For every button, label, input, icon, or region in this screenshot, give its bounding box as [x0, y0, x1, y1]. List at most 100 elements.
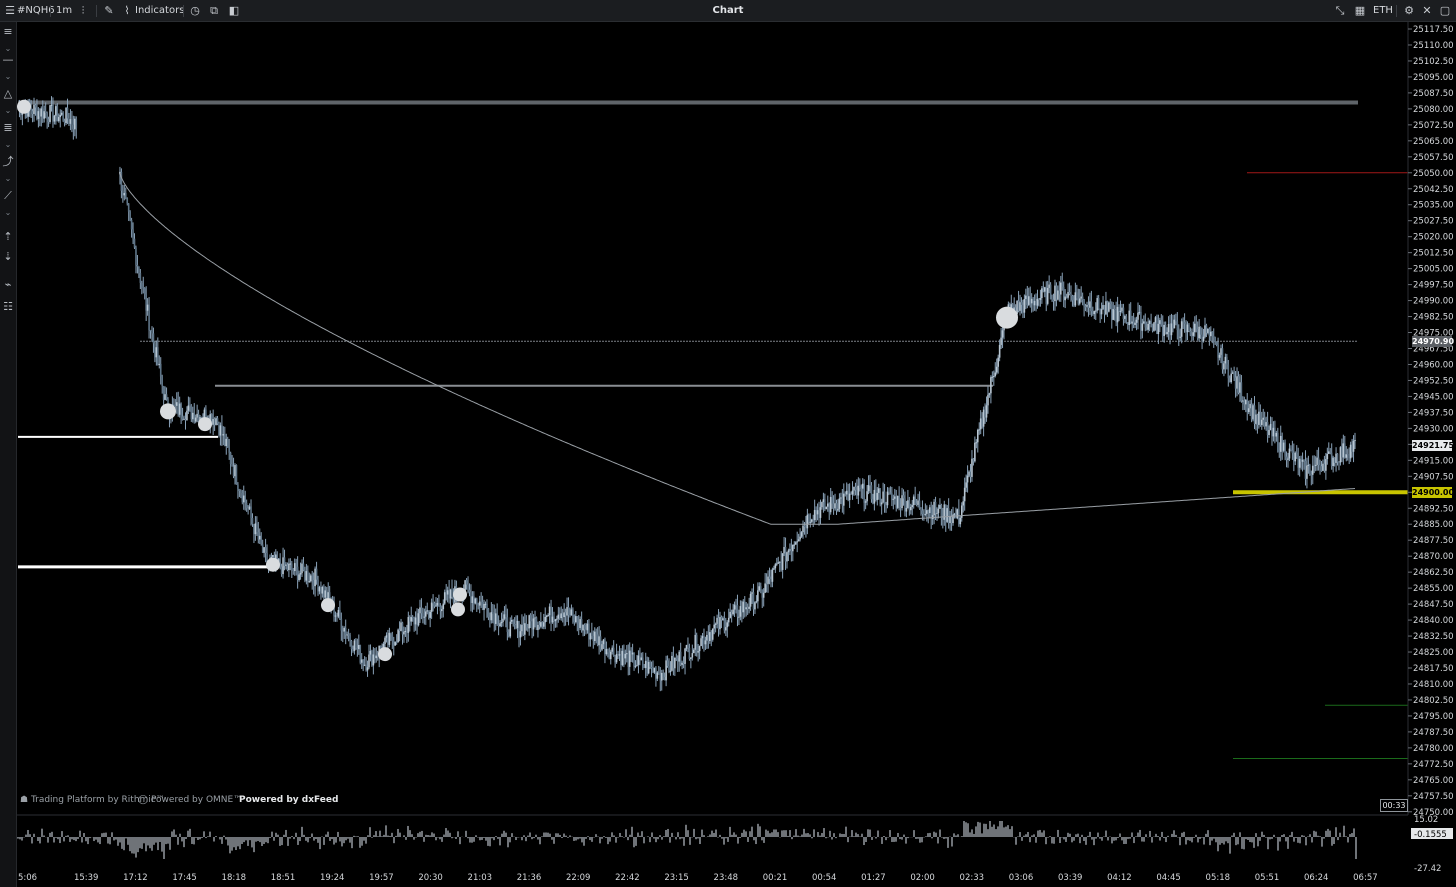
candle-body	[1033, 301, 1036, 306]
candle-body	[1212, 335, 1215, 338]
candle-body	[1038, 298, 1040, 300]
candle-body	[809, 521, 812, 523]
candle-body	[256, 523, 258, 533]
candle-body	[902, 495, 905, 499]
candle-body	[1144, 321, 1147, 328]
candle-body	[1297, 456, 1299, 468]
candle-body	[994, 372, 997, 376]
candle-body	[1274, 427, 1276, 437]
candle-body	[859, 485, 861, 488]
candle-body	[768, 576, 771, 580]
candle-body	[395, 641, 398, 643]
candle-body	[853, 486, 855, 491]
candle-body	[1084, 306, 1087, 308]
price-tick-label: 25065.00	[1413, 137, 1454, 147]
candle-body	[1311, 465, 1314, 475]
candle-body	[710, 632, 713, 640]
time-tick-label: 18:18	[222, 873, 247, 883]
time-tick-label: 19:24	[320, 873, 345, 883]
candle-body	[746, 607, 749, 609]
candle-body	[911, 505, 914, 507]
candle-body	[321, 586, 324, 594]
candle-body	[1100, 309, 1103, 315]
candle-body	[350, 640, 353, 650]
candle-body	[580, 619, 583, 631]
candle-body	[781, 553, 784, 570]
time-tick-label: 5:06	[18, 873, 37, 883]
candle-body	[1281, 435, 1283, 451]
candle-body	[736, 605, 739, 617]
candle-body	[1043, 287, 1046, 292]
candle-body	[477, 603, 480, 606]
candle-body	[518, 620, 520, 638]
price-tick-label: 25005.00	[1413, 265, 1454, 275]
candle-body	[908, 500, 911, 511]
price-tick-label: 25057.50	[1413, 153, 1454, 163]
candle-body	[392, 640, 395, 646]
candle-body	[1030, 298, 1033, 304]
candle-body	[1102, 305, 1104, 310]
candle-body	[623, 650, 625, 659]
candle-body	[969, 471, 972, 477]
candle-body	[975, 442, 978, 444]
candle-body	[1089, 301, 1091, 308]
candle-body	[933, 501, 935, 516]
candle-body	[904, 498, 906, 512]
candle-body	[946, 508, 949, 522]
candle-body	[614, 656, 616, 663]
candle-body	[926, 510, 928, 514]
candle-body	[723, 618, 726, 631]
candle-body	[1164, 324, 1167, 335]
candle-body	[525, 623, 528, 628]
candle-body	[876, 492, 879, 500]
price-chart[interactable]: 15.02-0.1555-27.42 25117.5025110.0025102…	[0, 0, 1456, 887]
candle-body	[1052, 299, 1055, 302]
candle-body	[1061, 282, 1064, 287]
candle-body	[404, 631, 407, 633]
candle-body	[905, 507, 908, 512]
candle-body	[589, 633, 592, 640]
candle-body	[934, 501, 937, 514]
candle-body	[132, 229, 134, 239]
candle-body	[1134, 322, 1136, 325]
candle-body	[596, 634, 599, 646]
candle-body	[850, 493, 852, 495]
candle-body	[598, 636, 600, 646]
candle-body	[1285, 456, 1288, 460]
candle-body	[1115, 310, 1117, 323]
candle-body	[519, 631, 522, 638]
candle-body	[157, 347, 159, 365]
candle-body	[1186, 324, 1189, 333]
candle-body	[861, 483, 864, 489]
candle-body	[159, 363, 162, 377]
candle-body	[864, 501, 867, 503]
candle-body	[735, 604, 737, 606]
candle-body	[1348, 455, 1350, 459]
candle-body	[697, 651, 699, 653]
price-tick-label: 24787.50	[1413, 728, 1454, 738]
price-tick-label: 24757.50	[1413, 792, 1454, 802]
candle-body	[899, 507, 902, 509]
candle-body	[254, 523, 257, 535]
candle-body	[1271, 423, 1273, 437]
candle-body	[291, 563, 293, 570]
candle-body	[1110, 304, 1113, 320]
candle-body	[1122, 307, 1125, 319]
candle-body	[761, 589, 764, 598]
candle-body	[124, 193, 127, 199]
candle-body	[627, 653, 630, 667]
candle-body	[1078, 298, 1081, 304]
candle-body	[790, 549, 793, 552]
candle-body	[508, 632, 510, 637]
candle-body	[250, 506, 252, 518]
candle-body	[569, 615, 571, 617]
candle-body	[1198, 326, 1200, 339]
candle-body	[127, 203, 130, 212]
price-tick-label: 25012.50	[1413, 249, 1454, 259]
candle-body	[1233, 372, 1235, 378]
candle-body	[752, 592, 755, 610]
candle-body	[588, 623, 590, 640]
candle-body	[161, 376, 163, 387]
time-tick-label: 23:48	[714, 873, 739, 883]
candle-body	[832, 503, 835, 509]
